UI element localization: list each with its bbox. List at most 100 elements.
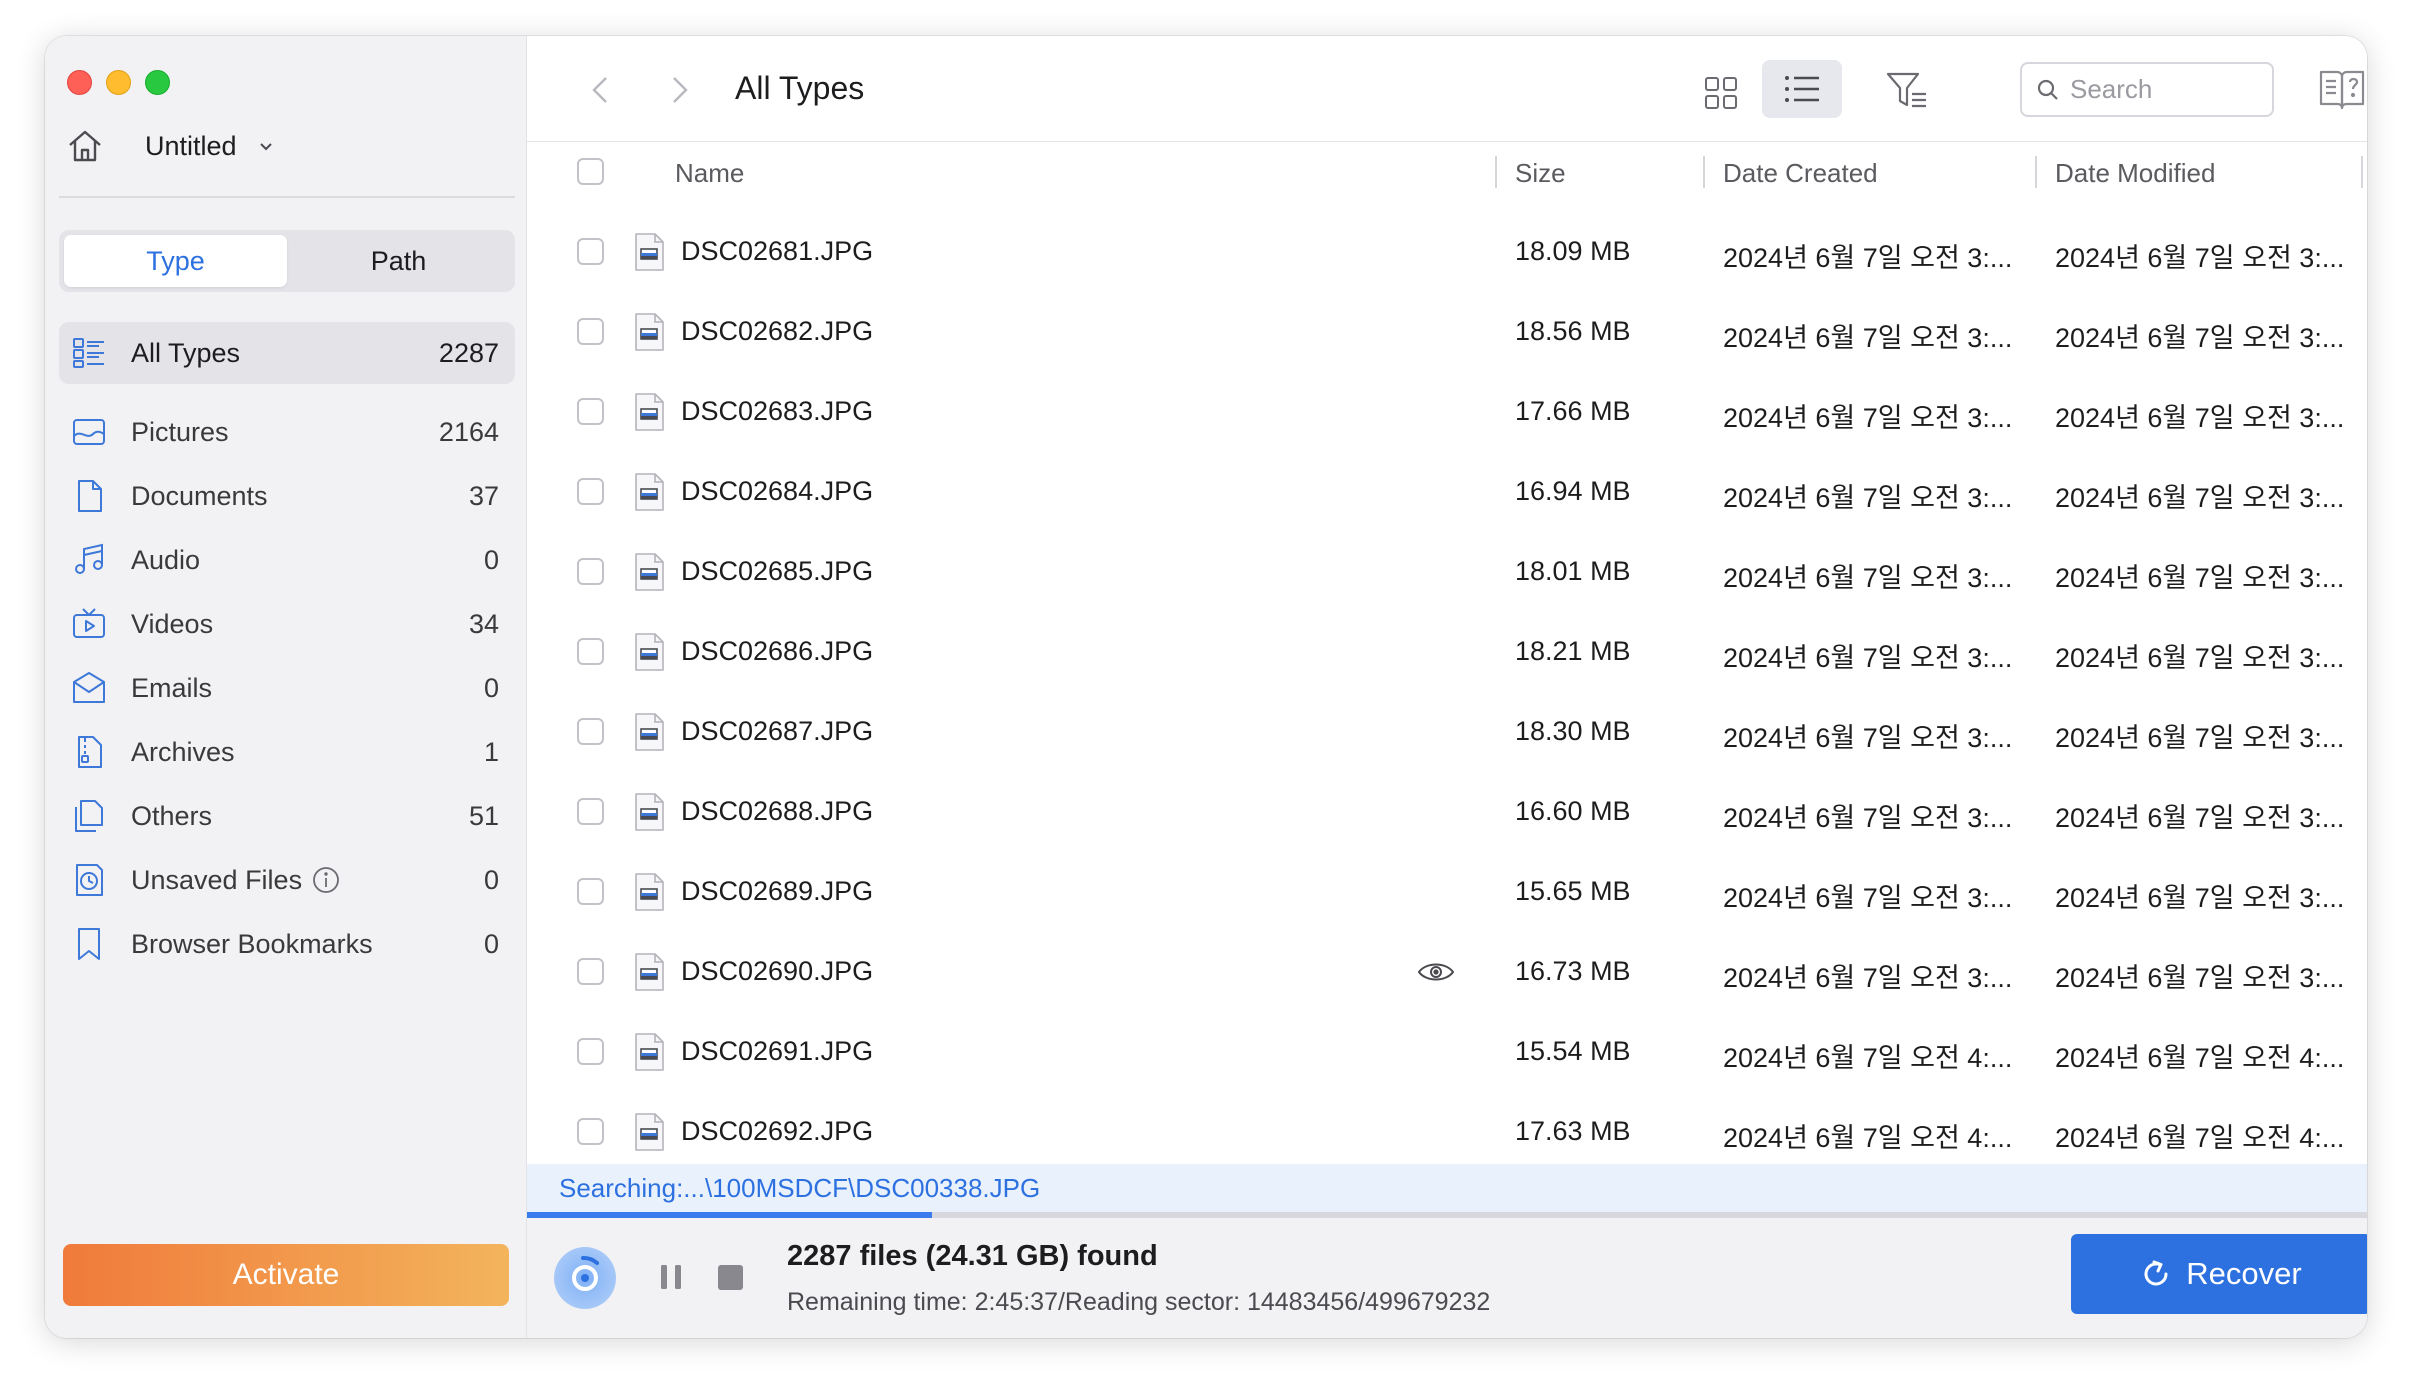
category-unsaved-files[interactable]: Unsaved Files 0 (59, 848, 515, 912)
grid-view-button[interactable] (1690, 66, 1752, 120)
sidebar-divider (59, 196, 515, 198)
file-size: 15.54 MB (1515, 1036, 1631, 1066)
jpg-file-icon (635, 473, 664, 511)
category-all-types[interactable]: All Types 2287 (59, 322, 515, 384)
jpg-file-icon (635, 553, 664, 591)
preview-eye-icon[interactable] (1417, 960, 1455, 984)
column-header-date-created[interactable]: Date Created (1723, 158, 1878, 189)
category-archives[interactable]: Archives 1 (59, 720, 515, 784)
back-arrow-icon[interactable] (583, 72, 619, 108)
file-date-modified: 2024년 6월 7일 오전 4:... (2055, 1043, 2345, 1073)
file-name: DSC02690.JPG (681, 956, 874, 986)
file-date-created: 2024년 6월 7일 오전 3:... (1723, 723, 2013, 753)
row-checkbox[interactable] (577, 318, 604, 345)
category-others[interactable]: Others 51 (59, 784, 515, 848)
scan-disc-icon (554, 1247, 616, 1309)
jpg-file-icon (635, 233, 664, 271)
recover-button[interactable]: Recover (2071, 1234, 2367, 1314)
category-label: All Types (131, 337, 241, 368)
file-size: 18.30 MB (1515, 716, 1631, 746)
row-checkbox[interactable] (577, 558, 604, 585)
file-name: DSC02692.JPG (681, 1116, 874, 1146)
category-count: 37 (468, 480, 499, 511)
row-checkbox[interactable] (577, 1038, 604, 1065)
category-audio[interactable]: Audio 0 (59, 528, 515, 592)
project-name[interactable]: Untitled (145, 131, 237, 162)
help-book-icon[interactable] (2317, 64, 2367, 114)
list-icon (1785, 76, 1819, 102)
table-row[interactable]: DSC02687.JPG 18.30 MB 2024년 6월 7일 오전 3:.… (527, 692, 2367, 772)
category-browser-bookmarks[interactable]: Browser Bookmarks 0 (59, 912, 515, 976)
category-emails[interactable]: Emails 0 (59, 656, 515, 720)
column-resize-handle[interactable] (2361, 156, 2363, 188)
file-date-modified: 2024년 6월 7일 오전 3:... (2055, 963, 2345, 993)
file-name: DSC02681.JPG (681, 236, 874, 266)
minimize-window-button[interactable] (106, 70, 131, 95)
column-resize-handle[interactable] (1703, 156, 1705, 188)
category-count: 51 (468, 800, 499, 831)
video-icon (73, 608, 105, 638)
zoom-window-button[interactable] (145, 70, 170, 95)
table-row[interactable]: DSC02682.JPG 18.56 MB 2024년 6월 7일 오전 3:.… (527, 292, 2367, 372)
category-label-wrap: Unsaved Files (131, 865, 484, 896)
info-icon[interactable] (312, 866, 340, 894)
column-resize-handle[interactable] (2035, 156, 2037, 188)
row-checkbox[interactable] (577, 958, 604, 985)
table-row[interactable]: DSC02683.JPG 17.66 MB 2024년 6월 7일 오전 3:.… (527, 372, 2367, 452)
table-row[interactable]: DSC02689.JPG 15.65 MB 2024년 6월 7일 오전 3:.… (527, 852, 2367, 932)
category-documents[interactable]: Documents 37 (59, 464, 515, 528)
row-checkbox[interactable] (577, 638, 604, 665)
table-row[interactable]: DSC02688.JPG 16.60 MB 2024년 6월 7일 오전 3:.… (527, 772, 2367, 852)
column-header-size[interactable]: Size (1515, 158, 1566, 189)
file-date-modified: 2024년 6월 7일 오전 3:... (2055, 323, 2345, 353)
file-name: DSC02686.JPG (681, 636, 874, 666)
stop-icon[interactable] (718, 1265, 743, 1290)
jpg-file-icon (635, 1113, 664, 1151)
table-row[interactable]: DSC02691.JPG 15.54 MB 2024년 6월 7일 오전 4:.… (527, 1012, 2367, 1092)
row-checkbox[interactable] (577, 1118, 604, 1145)
activate-button[interactable]: Activate (63, 1244, 509, 1306)
searching-path: Searching:...\100MSDCF\DSC00338.JPG (527, 1164, 2367, 1212)
select-all-checkbox[interactable] (577, 158, 604, 185)
column-resize-handle[interactable] (1495, 156, 1497, 188)
row-checkbox[interactable] (577, 398, 604, 425)
table-row[interactable]: DSC02690.JPG 16.73 MB 2024년 6월 7일 오전 3:.… (527, 932, 2367, 1012)
table-row[interactable]: DSC02685.JPG 18.01 MB 2024년 6월 7일 오전 3:.… (527, 532, 2367, 612)
music-note-icon (75, 543, 103, 574)
file-date-created: 2024년 6월 7일 오전 3:... (1723, 963, 2013, 993)
file-date-created: 2024년 6월 7일 오전 3:... (1723, 243, 2013, 273)
page-title: All Types (735, 70, 865, 106)
remaining-time: Remaining time: 2:45:37/Reading sector: … (787, 1288, 1491, 1316)
list-view-button[interactable] (1762, 60, 1842, 118)
column-header-date-modified[interactable]: Date Modified (2055, 158, 2215, 189)
segment-path[interactable]: Path (287, 235, 510, 287)
row-checkbox[interactable] (577, 878, 604, 905)
file-size: 17.63 MB (1515, 1116, 1631, 1146)
search-input[interactable] (2070, 74, 2260, 105)
search-box[interactable] (2020, 62, 2274, 117)
main-panel: All Types Search Name Size Date Created … (527, 36, 2367, 1338)
chevron-down-icon[interactable] (257, 137, 275, 155)
filter-icon[interactable] (1885, 68, 1929, 112)
row-checkbox[interactable] (577, 238, 604, 265)
file-list: DSC02681.JPG 18.09 MB 2024년 6월 7일 오전 3:.… (527, 212, 2367, 1196)
category-videos[interactable]: Videos 34 (59, 592, 515, 656)
category-pictures[interactable]: Pictures 2164 (59, 400, 515, 464)
file-date-modified: 2024년 6월 7일 오전 3:... (2055, 643, 2345, 673)
category-label: Unsaved Files (131, 864, 303, 895)
row-checkbox[interactable] (577, 718, 604, 745)
segment-type[interactable]: Type (64, 235, 287, 287)
column-header-name[interactable]: Name (675, 158, 744, 189)
close-window-button[interactable] (67, 70, 92, 95)
file-date-modified: 2024년 6월 7일 오전 3:... (2055, 403, 2345, 433)
project-selector[interactable]: Untitled (65, 126, 275, 166)
row-checkbox[interactable] (577, 798, 604, 825)
row-checkbox[interactable] (577, 478, 604, 505)
table-row[interactable]: DSC02692.JPG 17.63 MB 2024년 6월 7일 오전 4:.… (527, 1092, 2367, 1172)
table-row[interactable]: DSC02684.JPG 16.94 MB 2024년 6월 7일 오전 3:.… (527, 452, 2367, 532)
table-row[interactable]: DSC02686.JPG 18.21 MB 2024년 6월 7일 오전 3:.… (527, 612, 2367, 692)
pause-icon[interactable] (657, 1262, 685, 1292)
home-icon[interactable] (65, 126, 105, 166)
forward-arrow-icon[interactable] (661, 72, 697, 108)
table-row[interactable]: DSC02681.JPG 18.09 MB 2024년 6월 7일 오전 3:.… (527, 212, 2367, 292)
